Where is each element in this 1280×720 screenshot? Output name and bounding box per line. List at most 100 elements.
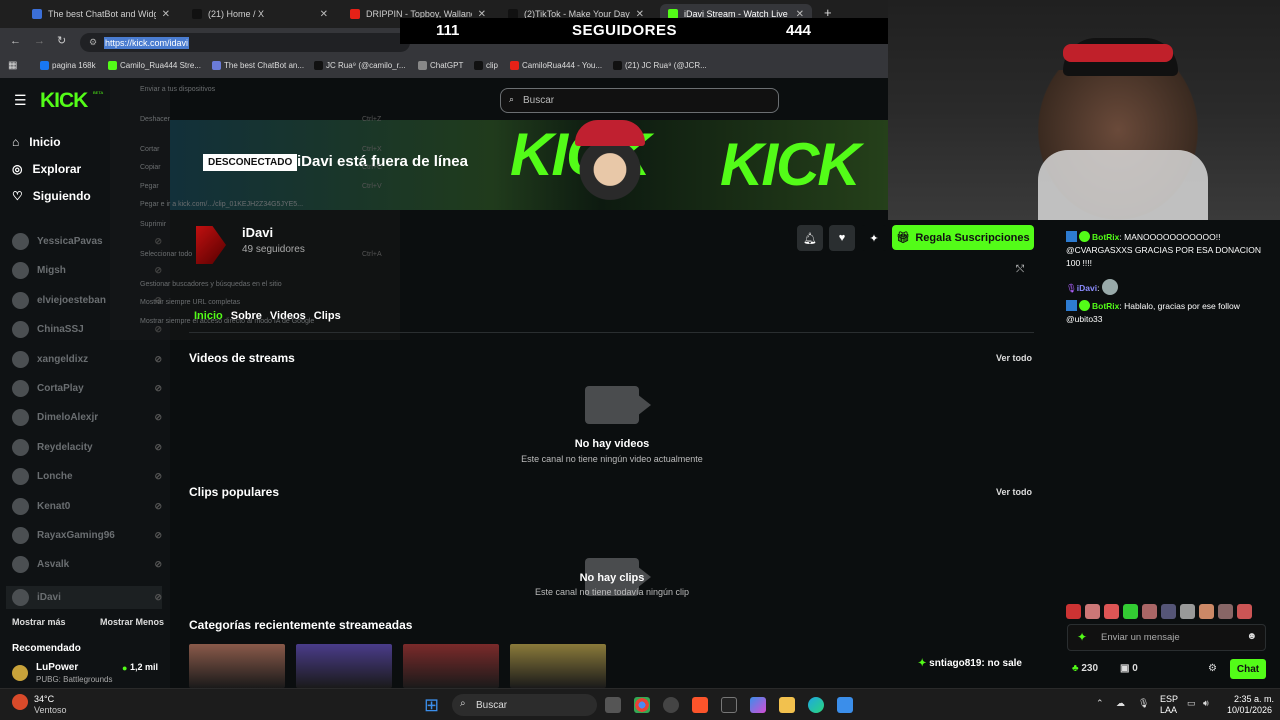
nav-explorar[interactable]: ◎ Explorar [12,162,81,176]
copilot-icon[interactable] [750,697,766,713]
browser-tab[interactable]: The best ChatBot and Widgets ✕ [24,4,178,24]
close-tab-icon[interactable]: ✕ [320,9,328,20]
clips-see-all-link[interactable]: Ver todo [996,487,1032,497]
chat-user-3[interactable]: BotRix [1092,301,1119,311]
clock-time[interactable]: 2:35 a. m. [1234,694,1274,704]
bookmark-label: ChatGPT [430,61,464,70]
microphone-icon[interactable]: 🎙︎ [1138,698,1149,709]
emoji-icon[interactable]: ☻ [1246,631,1257,642]
followed-channel-item[interactable]: Lonche ⊘ [12,468,162,486]
gift-subscriptions-button[interactable]: 🎁︎ Regala Suscripciones [892,225,1034,250]
store-icon[interactable] [837,697,853,713]
emote-icon[interactable] [1104,604,1119,619]
category-thumbnail[interactable] [189,644,285,688]
context-menu-item[interactable]: Pegar e ir a kick.com/.../clip_01KEJH2Z3… [140,201,303,208]
bookmark-item[interactable]: CamiloRua444 - You... [510,61,602,70]
volume-icon[interactable]: 🔊︎ [1203,698,1209,709]
followed-channel-item[interactable]: Kenat0 ⊘ [12,497,162,515]
show-less-link[interactable]: Mostrar Menos [100,617,164,627]
back-icon[interactable]: ← [10,35,21,47]
followed-channel-item[interactable]: xangeldixz ⊘ [12,350,162,368]
nav-siguiendo[interactable]: ♡ Siguiendo [12,189,91,203]
capcut-icon[interactable] [721,697,737,713]
context-menu-item[interactable]: Deshacer Ctrl+Z [140,116,381,123]
context-menu-item[interactable]: Mostrar siempre el acceso directo al mod… [140,318,314,325]
emote-icon[interactable] [1199,604,1214,619]
context-menu-item[interactable]: Pegar Ctrl+V [140,183,382,190]
pinned-user[interactable]: sntiago819 [929,658,981,669]
site-info-icon[interactable]: ⚙ [88,36,98,49]
windows-start-icon[interactable]: ⊞ [424,695,439,716]
cloud-icon[interactable]: ☁ [1116,698,1125,709]
bookmark-item[interactable]: (21) JC Rua⁹ (@JCR... [613,61,707,70]
language-top[interactable]: ESP [1160,694,1178,704]
category-thumbnail[interactable] [296,644,392,688]
obs-icon[interactable] [663,697,679,713]
emote-icon[interactable] [1123,604,1138,619]
bookmark-item[interactable]: clip [474,61,498,70]
followed-channel-item[interactable]: Reydelacity ⊘ [12,438,162,456]
chat-message-input[interactable]: ✦ Enviar un mensaje ☻ [1067,624,1266,651]
mic-badge-icon: 🎙︎ [1066,283,1077,293]
videos-see-all-link[interactable]: Ver todo [996,353,1032,363]
bookmark-item[interactable]: pagina 168k [40,61,96,70]
bookmark-item[interactable]: JC Rua⁹ (@camilo_r... [314,61,406,70]
bookmark-item[interactable]: ChatGPT [418,61,463,70]
network-icon[interactable]: ▭ [1187,698,1196,709]
close-tab-icon[interactable]: ✕ [162,9,170,20]
brave-icon[interactable] [692,697,708,713]
chat-send-button[interactable]: Chat [1230,659,1266,679]
followed-channel-item[interactable]: CortaPlay ⊘ [12,380,162,397]
forward-icon[interactable]: → [34,35,45,47]
emote-icon[interactable] [1218,604,1233,619]
chevron-up-icon[interactable]: ⌃ [1096,698,1104,709]
recommended-channel[interactable]: LuPower PUBG: Battlegrounds ● 1,2 mil [12,662,162,686]
followed-channel-item[interactable]: DimeloAlexjr ⊘ [12,409,162,427]
edge-icon[interactable] [808,697,824,713]
bookmark-item[interactable]: Camilo_Rua444 Stre... [108,61,201,70]
chat-user-1[interactable]: BotRix [1092,232,1119,242]
sparkle-button[interactable]: ✦ [861,225,887,251]
context-menu-item[interactable]: Enviar a tus dispositivos [140,86,215,93]
hamburger-menu-icon[interactable]: ☰ [14,92,27,109]
nav-inicio[interactable]: ⌂ Inicio [12,135,61,149]
emote-icon[interactable] [1180,604,1195,619]
gifts-counter[interactable]: ▣ 0 [1120,663,1138,674]
emote-icon[interactable] [1085,604,1100,619]
category-thumbnail[interactable] [403,644,499,688]
url-input[interactable]: ⚙ https://kick.com/idavi [80,33,410,52]
follow-heart-button[interactable]: ♥ [829,225,855,251]
context-menu-item[interactable]: Copiar Ctrl+C [140,164,382,171]
context-menu-item[interactable]: Gestionar buscadores y búsquedas en el s… [140,281,282,288]
apps-icon[interactable]: ▦ [8,60,17,71]
settings-gear-icon[interactable]: ⚙ [1208,663,1217,674]
context-menu-item[interactable]: Mostrar siempre URL completas [140,299,240,306]
followed-channel-item[interactable]: iDavi ⊘ [6,585,162,609]
browser-tab[interactable]: (21) Home / X ✕ [184,4,336,24]
chat-user-2[interactable]: iDavi [1077,283,1097,293]
taskbar-search[interactable]: ⌕ Buscar [452,694,597,716]
reload-icon[interactable]: ↻ [57,34,66,47]
chrome-icon[interactable] [634,697,650,713]
kick-logo[interactable]: KICK [40,89,88,113]
followed-channel-item[interactable]: RayaxGaming96 ⊘ [12,527,162,544]
context-menu-item[interactable]: Seleccionar todo Ctrl+A [140,251,382,258]
file-explorer-icon[interactable] [779,697,795,713]
emote-icon[interactable] [1142,604,1157,619]
task-view-icon[interactable] [605,697,621,713]
share-icon[interactable]: ⤲ [1016,264,1024,275]
notification-bell-button[interactable]: 🔔︎ [797,225,823,251]
search-input[interactable]: ⌕ Buscar [500,88,779,113]
channel-points[interactable]: ♣ 230 [1072,663,1098,674]
context-menu-item[interactable]: Cortar Ctrl+X [140,146,382,153]
followed-channel-item[interactable]: Asvalk ⊘ [12,556,162,574]
emote-icon[interactable] [1161,604,1176,619]
bookmark-item[interactable]: The best ChatBot an... [212,61,304,70]
emote-icon[interactable] [1066,604,1081,619]
show-more-link[interactable]: Mostrar más [12,617,66,627]
weather-temp[interactable]: 34°C [34,694,54,704]
context-menu-item[interactable]: Suprimir [140,221,166,228]
category-thumbnail[interactable] [510,644,606,688]
emote-icon[interactable] [1237,604,1252,619]
tab-clips[interactable]: Clips [314,310,341,322]
